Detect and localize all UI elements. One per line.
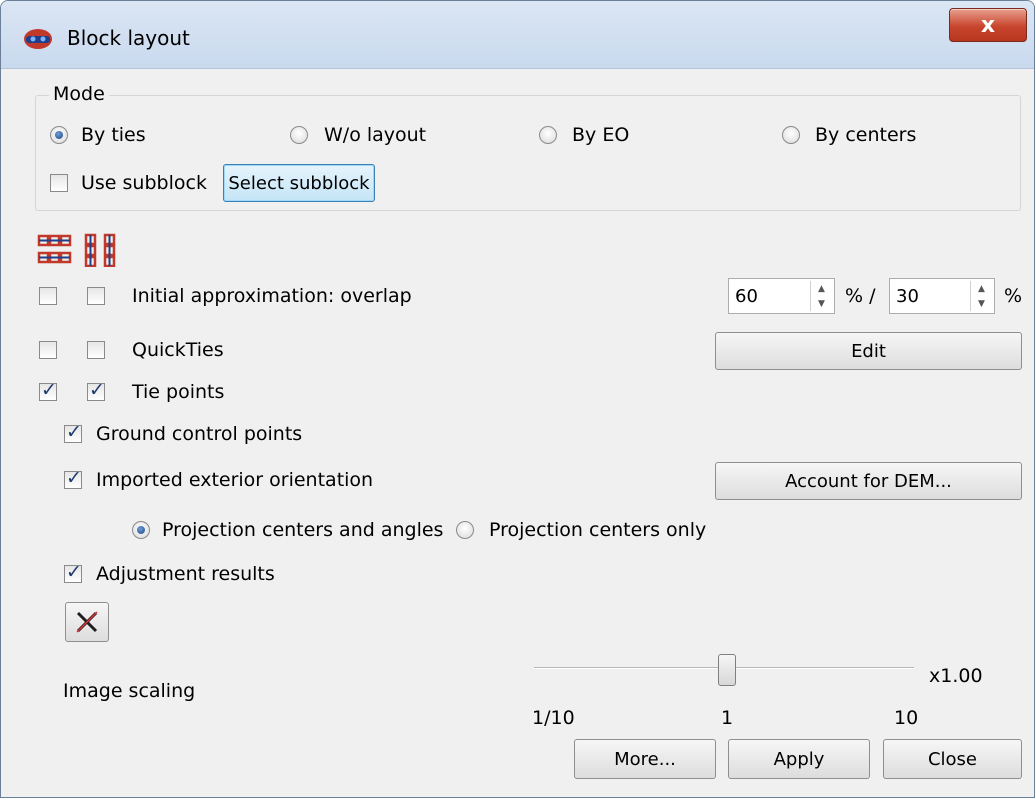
mode-by-ties-label: By ties (81, 124, 146, 146)
image-scaling-value: x1.00 (929, 665, 983, 687)
mode-by-centers-label: By centers (815, 124, 917, 146)
scale-max-label: 10 (894, 707, 919, 729)
imported-eo-label: Imported exterior orientation (96, 469, 374, 491)
sidelap-value: 30 (896, 286, 919, 307)
initial-approx-label: Initial approximation: overlap (132, 285, 412, 307)
more-button[interactable]: More... (574, 739, 716, 779)
select-subblock-button[interactable]: Select subblock (223, 164, 375, 202)
spin-down-icon[interactable]: ▼ (971, 296, 992, 311)
account-for-dem-button[interactable]: Account for DEM... (715, 462, 1022, 500)
tie-points-checkbox-b[interactable] (87, 379, 105, 401)
overlap-separator: % / (845, 285, 876, 307)
scale-min-label: 1/10 (532, 707, 575, 729)
quickties-label: QuickTies (132, 339, 224, 361)
apply-button[interactable]: Apply (728, 739, 870, 779)
gcp-label: Ground control points (96, 423, 303, 445)
initial-approx-checkbox-b[interactable] (87, 287, 105, 305)
overlap-value: 60 (735, 286, 758, 307)
use-subblock-checkbox[interactable] (50, 174, 68, 192)
scale-mid-label: 1 (721, 707, 734, 729)
overlap-spinbox[interactable]: 60 ▲ ▼ (728, 278, 835, 314)
edit-button[interactable]: Edit (715, 332, 1022, 370)
sidelap-unit: % (1004, 285, 1023, 307)
use-subblock-label: Use subblock (81, 172, 207, 194)
adjustment-results-checkbox[interactable] (64, 561, 82, 583)
image-scaling-slider-thumb[interactable] (718, 654, 736, 686)
projection-centers-only-label: Projection centers only (489, 519, 707, 541)
block-layout-window: Block layout x Mode By ties W/o layout B… (0, 0, 1035, 798)
horizontal-strips-icon[interactable] (37, 233, 73, 267)
projection-centers-only-radio[interactable] (456, 521, 474, 539)
mode-wo-layout-label: W/o layout (324, 124, 427, 146)
clear-cross-icon (76, 611, 98, 633)
projection-centers-angles-label: Projection centers and angles (162, 519, 444, 541)
app-logo-icon (24, 29, 52, 49)
close-icon: x (980, 12, 996, 38)
title-bar[interactable]: Block layout x (1, 1, 1034, 69)
mode-legend: Mode (49, 83, 109, 105)
tie-points-checkbox-a[interactable] (39, 379, 57, 401)
spin-up-icon[interactable]: ▲ (971, 281, 992, 296)
spin-down-icon[interactable]: ▼ (811, 296, 832, 311)
window-close-button[interactable]: x (949, 8, 1027, 42)
mode-by-centers-radio[interactable] (782, 126, 800, 144)
mode-wo-layout-radio[interactable] (290, 126, 308, 144)
imported-eo-checkbox[interactable] (64, 467, 82, 489)
clear-adjustment-button[interactable] (65, 602, 109, 642)
gcp-checkbox[interactable] (64, 421, 82, 443)
adjustment-results-label: Adjustment results (96, 563, 275, 585)
spin-up-icon[interactable]: ▲ (811, 281, 832, 296)
image-scaling-label: Image scaling (63, 680, 196, 702)
tie-points-label: Tie points (132, 381, 225, 403)
window-title: Block layout (67, 26, 190, 50)
vertical-strips-icon[interactable] (83, 233, 119, 267)
close-button[interactable]: Close (883, 739, 1022, 779)
sidelap-spinbox[interactable]: 30 ▲ ▼ (889, 278, 995, 314)
mode-by-eo-radio[interactable] (539, 126, 557, 144)
initial-approx-checkbox-a[interactable] (39, 287, 57, 305)
quickties-checkbox-b[interactable] (87, 341, 105, 359)
mode-by-ties-radio[interactable] (50, 126, 68, 144)
projection-centers-angles-radio[interactable] (132, 521, 150, 539)
quickties-checkbox-a[interactable] (39, 341, 57, 359)
mode-by-eo-label: By EO (572, 124, 630, 146)
